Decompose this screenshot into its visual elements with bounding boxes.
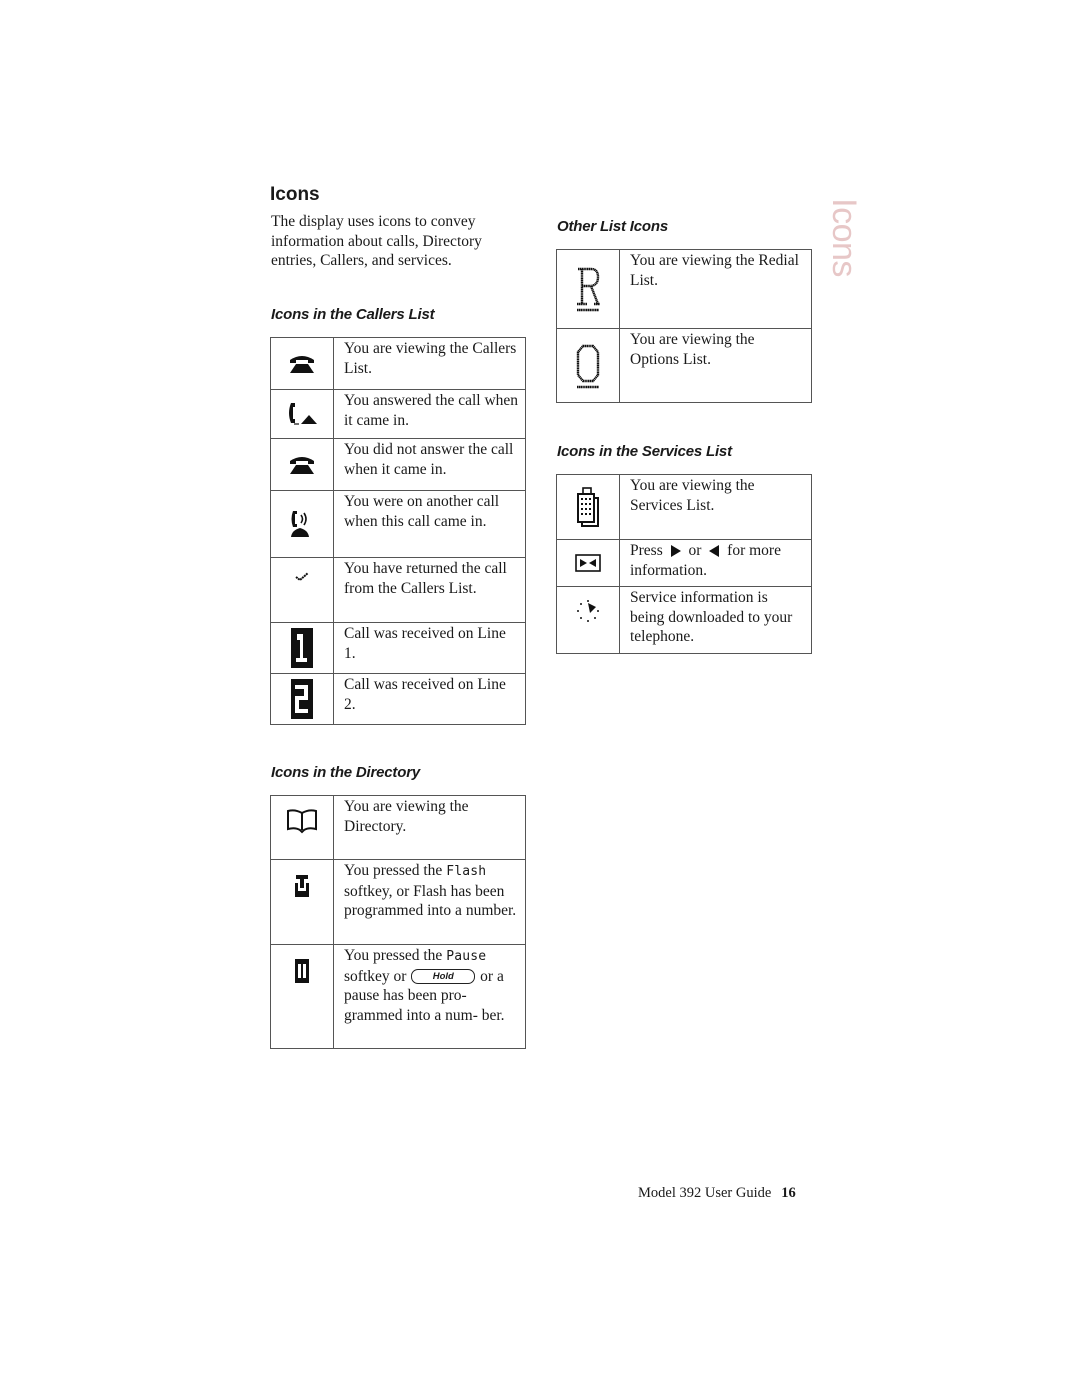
- description: Call was received on Line 1.: [333, 622, 526, 674]
- pause-softkey-label: Pause: [446, 949, 487, 964]
- icon-cell: [270, 438, 334, 491]
- description: You are viewing the Options List.: [619, 328, 812, 403]
- text-before: You pressed the: [344, 862, 443, 879]
- icon-cell: [270, 673, 334, 725]
- table-row: You are viewing the Options List.: [556, 328, 812, 403]
- table-row: Service information is being downloaded …: [556, 586, 812, 654]
- table-row: You pressed the Flash softkey, or Flash …: [270, 859, 526, 945]
- page-footer: Model 392 User Guide 16: [638, 1185, 796, 1202]
- directory-table: You are viewing the Directory. You press…: [270, 795, 526, 1049]
- download-progress-icon: [577, 600, 599, 622]
- text-mid: or: [688, 542, 702, 559]
- table-row: Call was received on Line 2.: [270, 673, 526, 725]
- icon-cell: [270, 490, 334, 558]
- directory-heading: Icons in the Directory: [271, 764, 420, 781]
- pause-icon: [295, 959, 309, 983]
- description: You pressed the Pause softkey or Hold or…: [333, 944, 526, 1049]
- other-heading: Other List Icons: [557, 218, 668, 235]
- table-row: You are viewing the Services List.: [556, 474, 812, 540]
- callers-table: You are viewing the Callers List. You an…: [270, 337, 526, 725]
- guide-title: Model 392 User Guide: [638, 1185, 772, 1201]
- services-heading: Icons in the Services List: [557, 443, 732, 460]
- table-row: You were on another call when this call …: [270, 490, 526, 558]
- flash-softkey-label: Flash: [446, 864, 487, 879]
- intro-paragraph: The display uses icons to convey informa…: [271, 213, 482, 269]
- table-row: You are viewing the Redial List.: [556, 249, 812, 329]
- description: Press or for more information.: [619, 539, 812, 587]
- icon-cell: [556, 539, 620, 587]
- side-tab-label: Icons: [824, 198, 863, 277]
- text-mid: softkey or: [344, 967, 407, 985]
- table-row: You pressed the Pause softkey or Hold or…: [270, 944, 526, 1049]
- icon-cell: [270, 859, 334, 945]
- description: You are viewing the Directory.: [333, 795, 526, 860]
- page-number: 16: [781, 1185, 796, 1201]
- icon-cell: [556, 249, 620, 329]
- description: You are viewing the Callers List.: [333, 337, 526, 390]
- line-2-icon: [291, 679, 313, 719]
- line-1-icon: [291, 628, 313, 668]
- hold-button: Hold: [411, 969, 476, 985]
- table-row: You are viewing the Directory.: [270, 795, 526, 860]
- icon-cell: [556, 586, 620, 654]
- icon-cell: [556, 328, 620, 403]
- redial-r-icon: [577, 267, 600, 312]
- icon-cell: [270, 389, 334, 439]
- right-arrow-key-icon: [670, 545, 681, 558]
- table-row: Press or for more information.: [556, 539, 812, 587]
- description: You pressed the Flash softkey, or Flash …: [333, 859, 526, 945]
- table-row: Call was received on Line 1.: [270, 622, 526, 674]
- page-title: Icons: [270, 184, 320, 205]
- options-o-icon: [576, 344, 600, 388]
- description: You are viewing the Services List.: [619, 474, 812, 540]
- table-row: You did not answer the call when it came…: [270, 438, 526, 491]
- icon-cell: [270, 337, 334, 390]
- text-after: softkey, or Flash has been programmed in…: [344, 882, 517, 920]
- call-waiting-icon: [291, 511, 309, 537]
- text-before: Press: [630, 542, 663, 559]
- description: Call was received on Line 2.: [333, 673, 526, 725]
- table-row: You have returned the call from the Call…: [270, 557, 526, 623]
- answered-call-icon: [289, 403, 317, 425]
- description: You are viewing the Redial List.: [619, 249, 812, 329]
- description: You answered the call when it came in.: [333, 389, 526, 439]
- callers-heading: Icons in the Callers List: [271, 306, 435, 323]
- side-tab: Icons: [824, 190, 866, 280]
- scroll-arrows-icon: [575, 554, 601, 572]
- flash-icon: [295, 875, 309, 897]
- table-row: You are viewing the Callers List.: [270, 337, 526, 390]
- services-building-icon: [577, 487, 599, 527]
- description: You did not answer the call when it came…: [333, 438, 526, 491]
- icon-cell: [270, 795, 334, 860]
- book-icon: [287, 809, 317, 834]
- icon-cell: [270, 557, 334, 623]
- missed-call-icon: [290, 456, 314, 474]
- other-table: You are viewing the Redial List. You are…: [556, 249, 812, 403]
- table-row: You answered the call when it came in.: [270, 389, 526, 439]
- icon-cell: [270, 622, 334, 674]
- description: Service information is being downloaded …: [619, 586, 812, 654]
- icon-cell: [270, 944, 334, 1049]
- checkmark-icon: [295, 572, 309, 582]
- text-before: You pressed the: [344, 947, 443, 964]
- left-arrow-key-icon: [709, 545, 720, 558]
- telephone-icon: [290, 355, 314, 373]
- description: You were on another call when this call …: [333, 490, 526, 558]
- services-table: You are viewing the Services List. Press…: [556, 474, 812, 654]
- icon-cell: [556, 474, 620, 540]
- description: You have returned the call from the Call…: [333, 557, 526, 623]
